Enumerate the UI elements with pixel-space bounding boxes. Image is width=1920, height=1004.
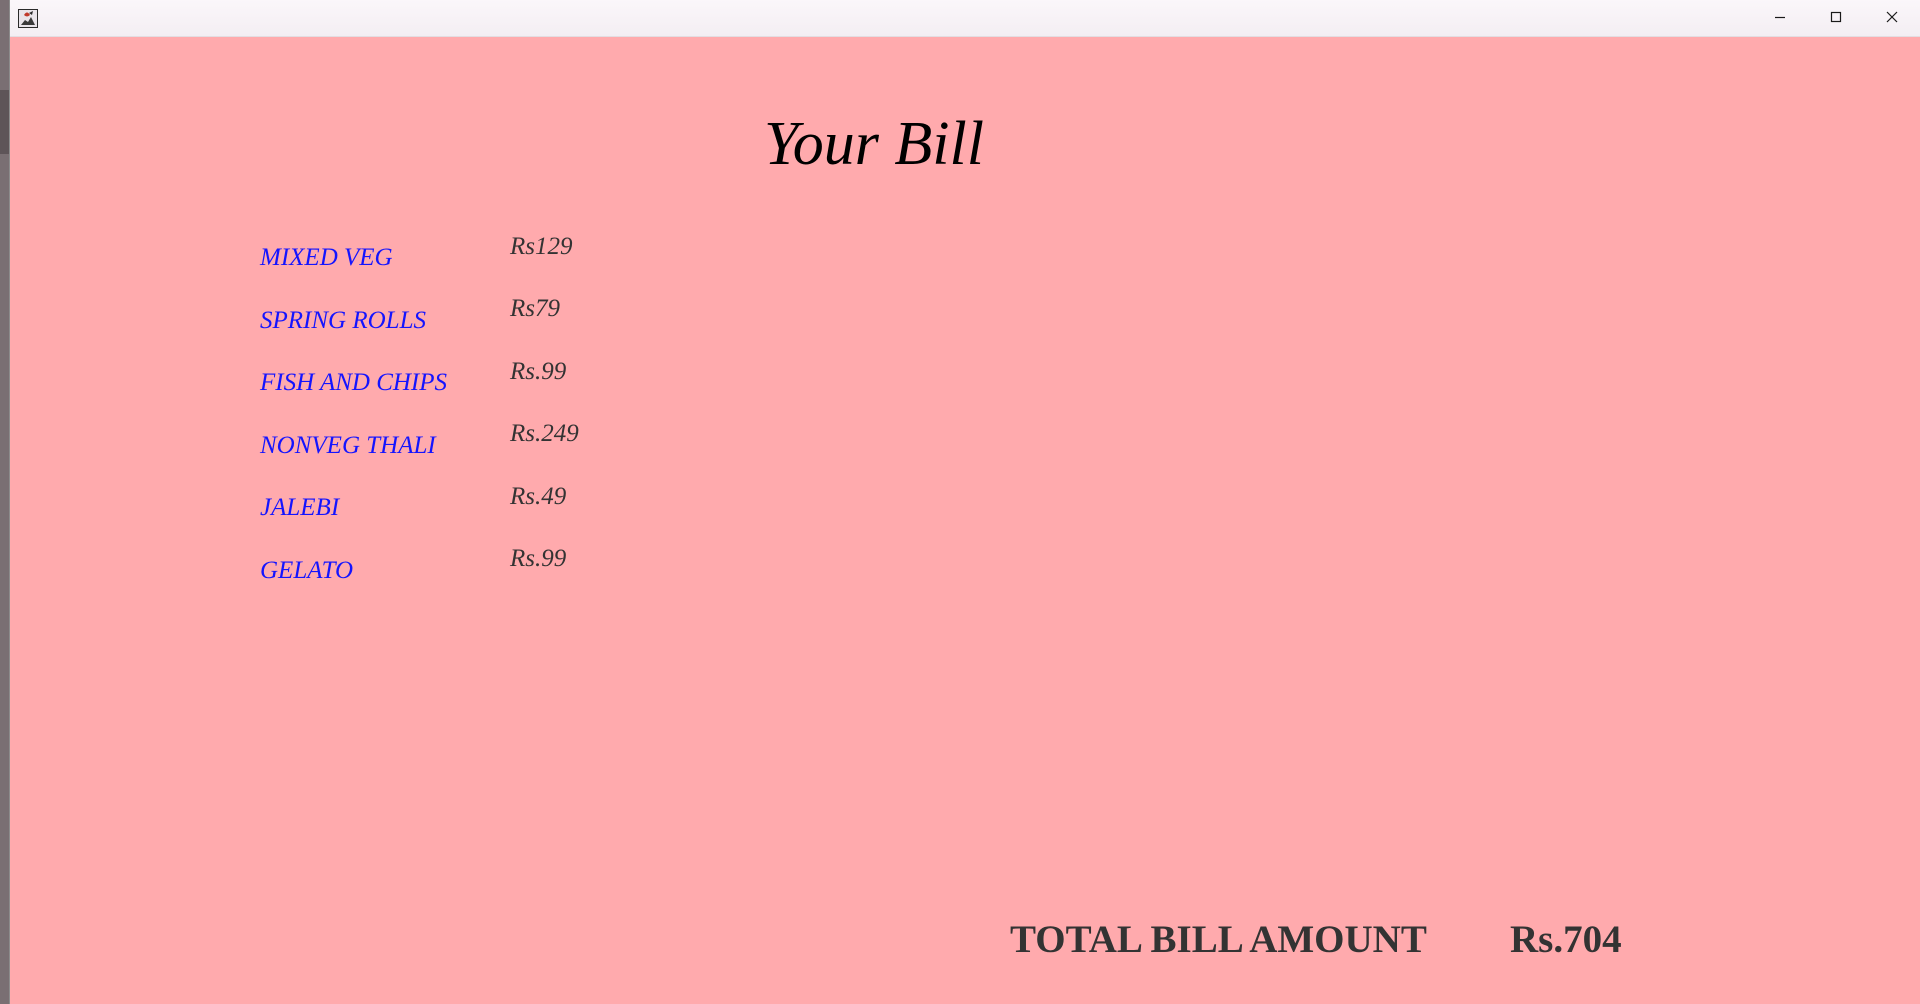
- maximize-button[interactable]: [1808, 0, 1864, 37]
- item-name: JALEBI: [260, 494, 340, 521]
- minimize-button[interactable]: [1752, 0, 1808, 37]
- total-bill-amount: Rs.704: [1510, 918, 1622, 961]
- bill-content: Your Bill MIXED VEG Rs129 SPRING ROLLS R…: [10, 37, 1920, 1004]
- item-price: Rs.99: [510, 358, 567, 385]
- item-name: FISH AND CHIPS: [260, 369, 448, 396]
- item-price: Rs79: [510, 295, 560, 322]
- item-name: NONVEG THALI: [260, 432, 436, 459]
- close-button[interactable]: [1864, 0, 1920, 37]
- title-bar[interactable]: [10, 0, 1920, 37]
- bill-window: Your Bill MIXED VEG Rs129 SPRING ROLLS R…: [9, 0, 1920, 1004]
- item-price: Rs129: [510, 233, 573, 260]
- item-price: Rs.49: [510, 483, 567, 510]
- java-app-icon[interactable]: [18, 9, 38, 28]
- total-bill-label: TOTAL BILL AMOUNT: [1010, 918, 1427, 961]
- item-price: Rs.99: [510, 545, 567, 572]
- item-name: GELATO: [260, 557, 354, 584]
- minimize-icon: [1774, 10, 1786, 28]
- close-icon: [1886, 10, 1898, 28]
- desktop-background: [0, 0, 9, 1004]
- item-price: Rs.249: [510, 420, 579, 447]
- maximize-icon: [1830, 10, 1842, 28]
- page-title: Your Bill: [764, 110, 984, 178]
- item-name: SPRING ROLLS: [260, 307, 426, 334]
- desktop-edge-notch: [0, 90, 9, 154]
- item-name: MIXED VEG: [260, 244, 393, 271]
